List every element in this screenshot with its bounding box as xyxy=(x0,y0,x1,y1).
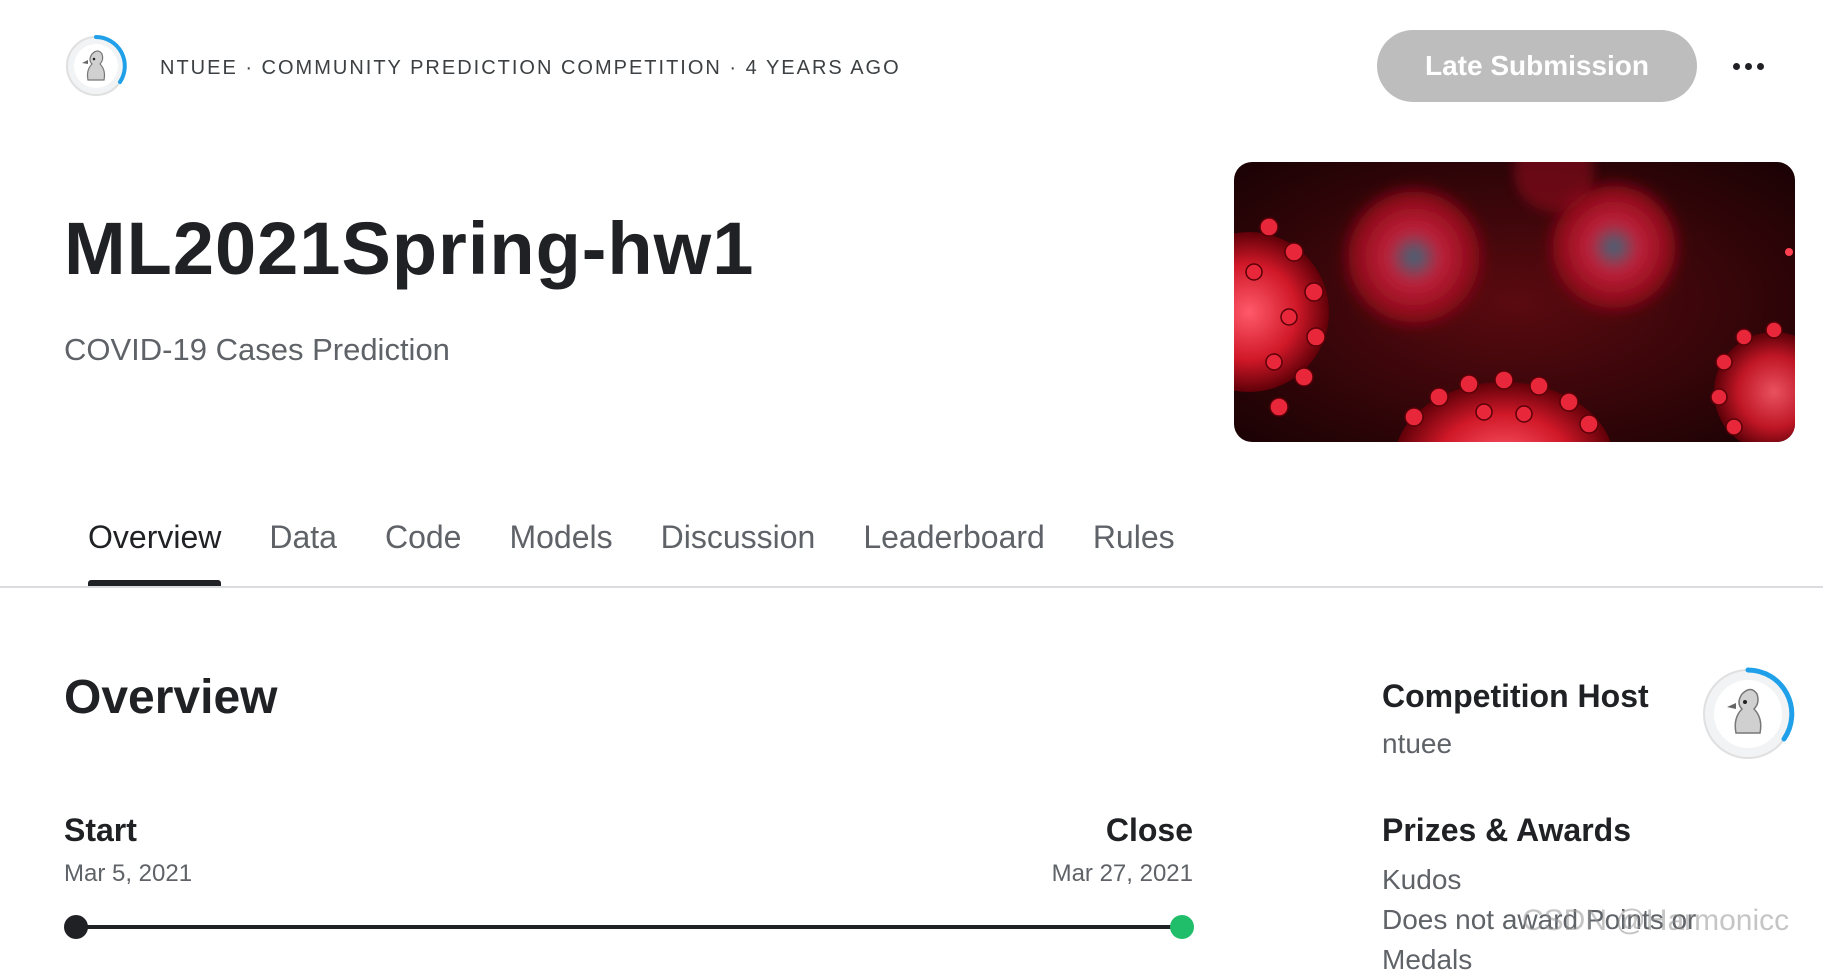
tab-discussion[interactable]: Discussion xyxy=(637,512,840,586)
timeline-progress-bar xyxy=(76,925,1182,929)
tab-data[interactable]: Data xyxy=(245,512,361,586)
late-submission-button[interactable]: Late Submission xyxy=(1377,30,1697,102)
prize-text: Kudos xyxy=(1382,864,1462,895)
tab-leaderboard[interactable]: Leaderboard xyxy=(839,512,1068,586)
page-title: ML2021Spring-hw1 xyxy=(64,207,755,290)
competition-host-heading: Competition Host xyxy=(1382,678,1649,714)
competition-host-name[interactable]: ntuee xyxy=(1382,728,1452,760)
competition-tabs: Overview Data Code Models Discussion Lea… xyxy=(64,512,1199,586)
close-date: Mar 27, 2021 xyxy=(1051,860,1193,887)
timeline-end-dot xyxy=(1170,915,1194,939)
close-label: Close xyxy=(1105,812,1193,848)
overview-heading: Overview xyxy=(64,671,278,724)
start-date: Mar 5, 2021 xyxy=(64,860,193,887)
prize-text: Medals xyxy=(1382,944,1473,975)
tabs-divider xyxy=(0,586,1823,588)
host-avatar-small[interactable] xyxy=(64,34,128,98)
tab-rules[interactable]: Rules xyxy=(1069,512,1199,586)
host-avatar-large[interactable] xyxy=(1700,666,1796,762)
tab-overview[interactable]: Overview xyxy=(64,512,245,586)
start-label: Start xyxy=(64,812,137,848)
prizes-heading: Prizes & Awards xyxy=(1382,812,1631,848)
breadcrumb[interactable]: NTUEE · COMMUNITY PREDICTION COMPETITION… xyxy=(160,57,901,80)
tab-code[interactable]: Code xyxy=(361,512,486,586)
watermark: CSDN @Harmonicc xyxy=(1522,904,1790,937)
timeline-start-dot xyxy=(64,915,88,939)
tab-models[interactable]: Models xyxy=(485,512,636,586)
competition-banner-image xyxy=(1234,162,1795,442)
more-options-icon[interactable] xyxy=(1720,44,1776,88)
page-subtitle: COVID-19 Cases Prediction xyxy=(64,332,450,367)
